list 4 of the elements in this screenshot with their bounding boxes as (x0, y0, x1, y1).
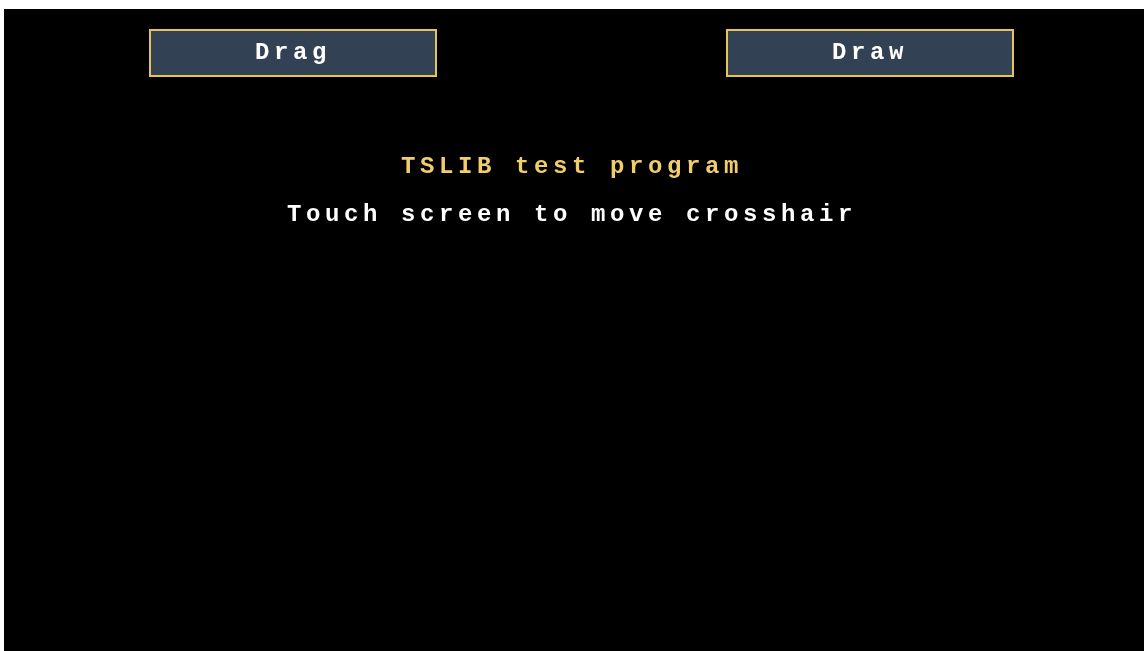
instruction-text: Touch screen to move crosshair (286, 203, 858, 227)
menu-button[interactable]: Draw (726, 29, 1014, 77)
menu-button[interactable]: Drag (149, 29, 437, 77)
program-title: TSLIB test program (400, 155, 743, 179)
